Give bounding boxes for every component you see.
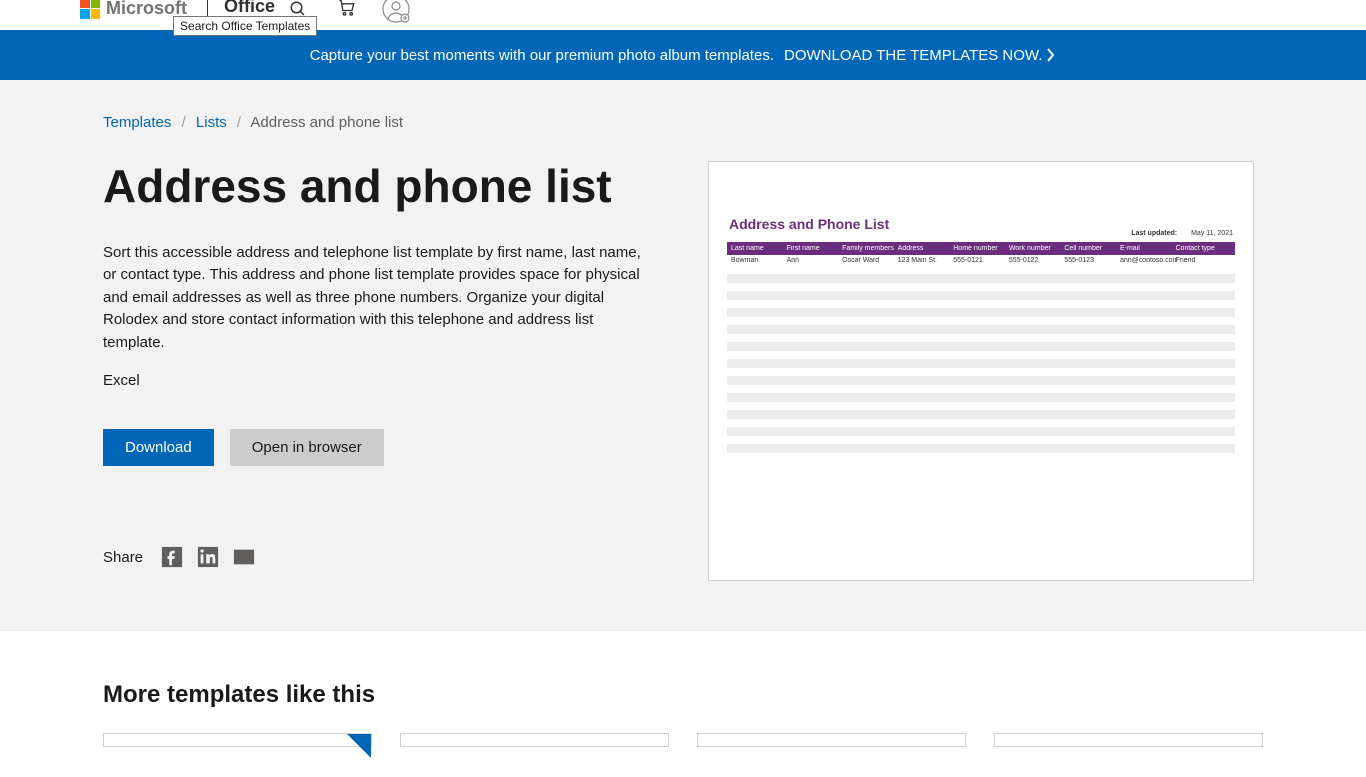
- template-card[interactable]: [994, 733, 1263, 747]
- account-icon[interactable]: [381, 0, 411, 24]
- breadcrumb-current: Address and phone list: [250, 114, 403, 131]
- template-card[interactable]: [103, 733, 372, 747]
- email-icon[interactable]: [233, 546, 255, 568]
- top-header: Microsoft Office Search Office Templates: [0, 0, 1366, 30]
- preview-table: Last name First name Family members Addr…: [727, 242, 1235, 453]
- preview-table-row: Bowman Ann Oscar Ward 123 Main St. 555-0…: [727, 255, 1235, 266]
- linkedin-icon[interactable]: [197, 546, 219, 568]
- office-product-link[interactable]: Office: [224, 0, 275, 17]
- banner-cta[interactable]: DOWNLOAD THE TEMPLATES NOW.: [784, 47, 1056, 64]
- template-preview: Last updated:May 11, 2021 Address and Ph…: [708, 161, 1254, 581]
- share-label: Share: [103, 549, 143, 566]
- template-card[interactable]: [400, 733, 669, 747]
- page-description: Sort this accessible address and telepho…: [103, 242, 658, 355]
- banner-text: Capture your best moments with our premi…: [310, 47, 774, 64]
- page-title: Address and phone list: [103, 161, 658, 212]
- download-button[interactable]: Download: [103, 429, 214, 466]
- search-tooltip: Search Office Templates: [173, 16, 317, 36]
- preview-table-header: Last name First name Family members Addr…: [727, 242, 1235, 255]
- more-templates-title: More templates like this: [103, 681, 1263, 709]
- app-label: Excel: [103, 372, 658, 389]
- related-templates-row: [103, 733, 1263, 747]
- facebook-icon[interactable]: [161, 546, 183, 568]
- breadcrumb-templates[interactable]: Templates: [103, 114, 171, 131]
- chevron-right-icon: [1046, 48, 1056, 62]
- cart-icon[interactable]: [337, 0, 357, 18]
- microsoft-logo[interactable]: Microsoft: [80, 0, 187, 19]
- breadcrumb-lists[interactable]: Lists: [196, 114, 227, 131]
- breadcrumb: Templates / Lists / Address and phone li…: [103, 114, 1263, 131]
- open-in-browser-button[interactable]: Open in browser: [230, 429, 384, 466]
- microsoft-logo-icon: [80, 0, 100, 19]
- promo-banner[interactable]: Capture your best moments with our premi…: [0, 30, 1366, 80]
- preview-updated: Last updated:May 11, 2021: [1131, 230, 1233, 237]
- template-card[interactable]: [697, 733, 966, 747]
